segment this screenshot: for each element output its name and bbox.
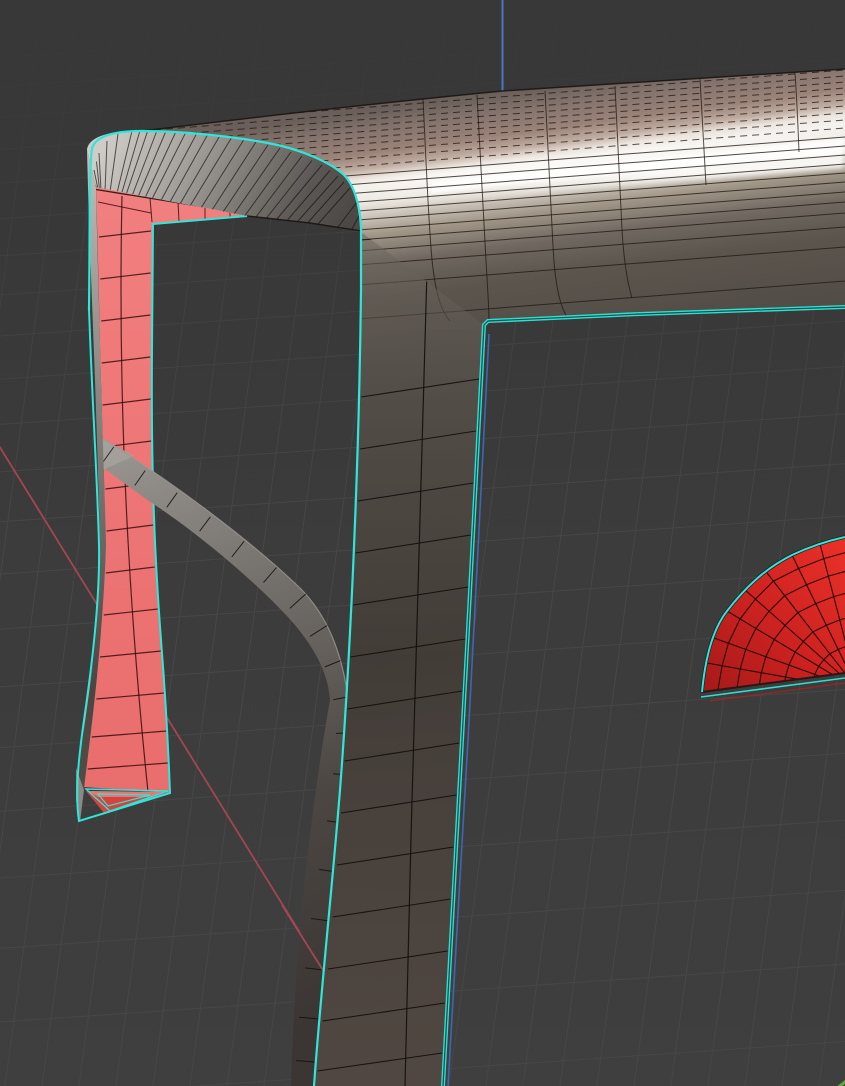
viewport-3d[interactable] (0, 0, 845, 1086)
viewport-canvas (0, 0, 845, 1086)
